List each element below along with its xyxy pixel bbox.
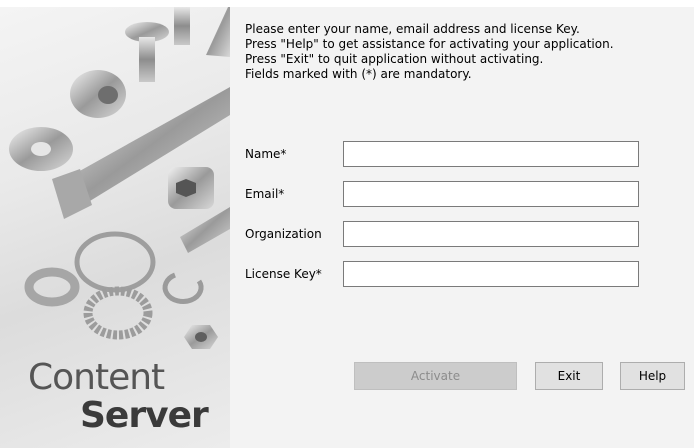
instruction-line: Press "Exit" to quit application without… xyxy=(245,52,544,66)
activation-panel: Please enter your name, email address an… xyxy=(230,7,694,448)
screw-shaft xyxy=(174,7,190,45)
license-key-field[interactable] xyxy=(343,261,639,287)
screw-head xyxy=(206,7,230,57)
star-washer xyxy=(83,286,153,340)
sidebar-artwork: Content Server xyxy=(0,7,230,448)
organization-label: Organization xyxy=(245,227,322,241)
instruction-line: Press "Help" to get assistance for activ… xyxy=(245,37,614,51)
phillips-screw xyxy=(180,207,230,253)
brand-text-server: Server xyxy=(80,395,209,436)
organization-field[interactable] xyxy=(343,221,639,247)
brand-text-content: Content xyxy=(28,357,165,398)
activate-button[interactable]: Activate xyxy=(354,362,517,390)
instructions-text: Please enter your name, email address an… xyxy=(245,22,614,82)
help-button[interactable]: Help xyxy=(620,362,685,390)
email-field[interactable] xyxy=(343,181,639,207)
license-key-label: License Key* xyxy=(245,267,322,281)
brand-logo: Content Server xyxy=(28,357,209,436)
hex-nut-hole xyxy=(195,332,207,342)
top-strip xyxy=(0,0,694,7)
screw-shaft xyxy=(139,37,155,82)
instruction-line: Fields marked with (*) are mandatory. xyxy=(245,67,472,81)
circlip xyxy=(74,231,156,293)
cap-nut-hole xyxy=(98,86,118,104)
name-label: Name* xyxy=(245,147,287,161)
email-label: Email* xyxy=(245,187,285,201)
instruction-line: Please enter your name, email address an… xyxy=(245,22,580,36)
name-field[interactable] xyxy=(343,141,639,167)
exit-button[interactable]: Exit xyxy=(535,362,603,390)
e-clip xyxy=(162,272,204,305)
split-washer xyxy=(24,267,80,307)
washer-hole xyxy=(31,142,51,156)
